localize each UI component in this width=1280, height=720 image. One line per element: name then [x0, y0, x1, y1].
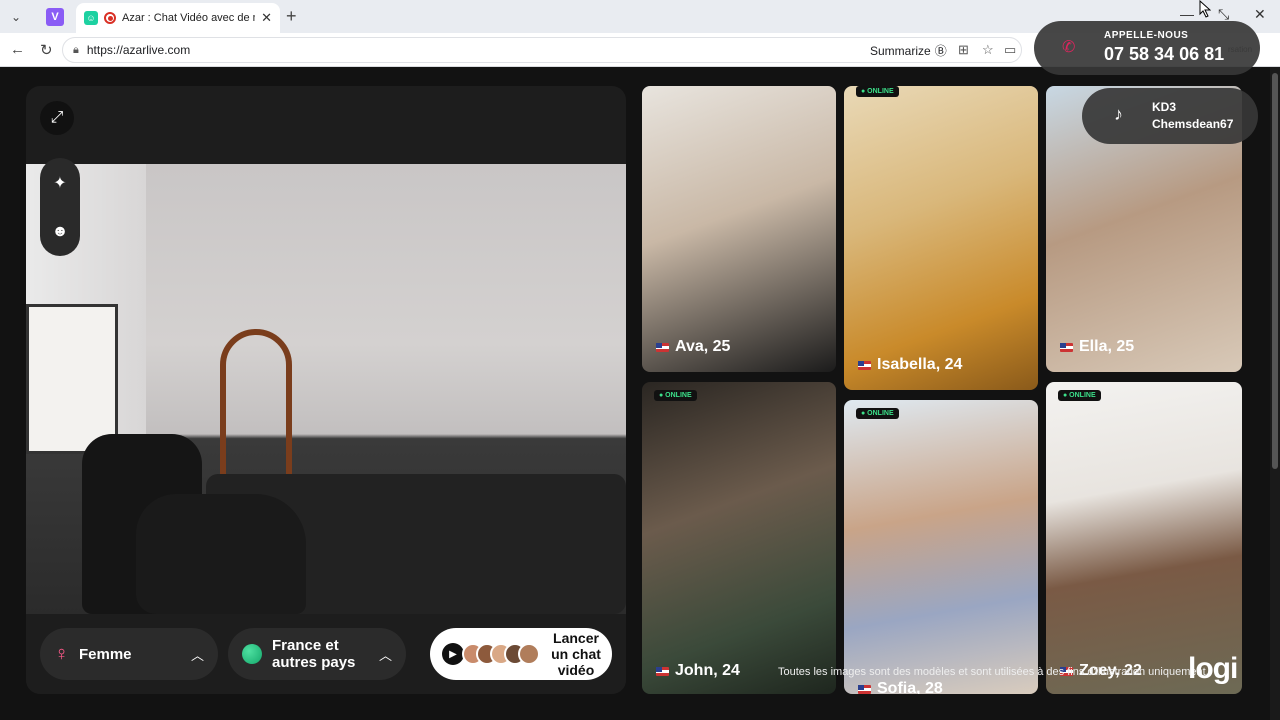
side-toolbar: ✦ ☻	[40, 158, 80, 256]
online-badge: ● ONLINE	[856, 86, 899, 97]
profile-label: John, 24	[656, 662, 740, 680]
scrollbar-thumb[interactable]	[1272, 73, 1278, 469]
tiktok-overlay: ♪ KD3 Chemsdean67	[1082, 88, 1258, 144]
camera-scene-frame	[26, 304, 118, 454]
profile-label: Sofia, 28	[858, 680, 943, 694]
camera-icon[interactable]: ▭	[1004, 42, 1016, 58]
phone-icon: ✆	[1062, 39, 1076, 56]
online-badge: ● ONLINE	[856, 408, 899, 419]
profile-name: Ella, 25	[1079, 338, 1135, 355]
minimize-icon[interactable]: —	[1180, 6, 1194, 22]
profile-card[interactable]: ● ONLINE Sofia, 28	[844, 400, 1038, 694]
us-flag-icon	[656, 342, 669, 352]
profile-grid: Ava, 25 ● ONLINE Isabella, 24 Ella, 25 ●…	[642, 86, 1242, 694]
call-us-overlay: ✆ APPELLE-NOUS 07 58 34 06 81	[1034, 21, 1260, 75]
call-phone: 07 58 34 06 81	[1104, 44, 1225, 64]
summarize-button[interactable]: Summarize Ⓑ	[870, 42, 947, 59]
tiktok-icon: ♪	[1114, 104, 1123, 124]
brand-logo: logi	[1188, 652, 1238, 685]
profile-name: John, 24	[675, 662, 740, 679]
new-tab-icon[interactable]: +	[286, 6, 297, 27]
controls-bar: ♀ Femme ︿ France et autres pays ︿ ▶ Lanc…	[26, 614, 626, 694]
tiktok-line2: Chemsdean67	[1152, 117, 1234, 131]
disclaimer-text: Toutes les images sont des modèles et so…	[778, 666, 1209, 678]
profile-name: Ava, 25	[675, 338, 731, 355]
azar-favicon-icon: ☺	[84, 11, 98, 25]
video-chat-panel: ⤢ ✦ ☻ ♀ Femme ︿ France et autres pays ︿ …	[26, 86, 626, 694]
avatar-stack	[462, 643, 540, 665]
profile-card[interactable]: ● ONLINE Zoey, 22	[1046, 382, 1242, 694]
site-info-icon[interactable]: 🔒︎	[73, 44, 79, 57]
favorite-star-icon[interactable]: ☆	[982, 42, 994, 58]
pinned-tab-icon[interactable]: V	[46, 8, 64, 26]
us-flag-icon	[858, 360, 871, 370]
video-camera-icon: ▶	[442, 643, 464, 665]
back-arrow-icon[interactable]: ←	[10, 41, 25, 58]
profile-card[interactable]: ● ONLINE John, 24	[642, 382, 836, 694]
call-title: APPELLE-NOUS	[1104, 30, 1189, 41]
page-scrollbar[interactable]	[1270, 67, 1280, 720]
camera-preview	[26, 164, 626, 614]
us-flag-icon	[858, 684, 871, 694]
url-text: https://azarlive.com	[86, 43, 191, 57]
profile-name: Sofia, 28	[877, 680, 943, 694]
launch-chat-label: Lancer un chat vidéo	[551, 630, 601, 678]
us-flag-icon	[1060, 342, 1073, 352]
profile-label: Isabella, 24	[858, 356, 962, 374]
region-filter-label: France et autres pays	[272, 637, 355, 671]
profile-card[interactable]: ● ONLINE Isabella, 24	[844, 86, 1038, 390]
magic-wand-icon[interactable]: ✦	[46, 169, 74, 197]
summarize-label: Summarize	[870, 43, 931, 58]
apps-icon[interactable]: ⊞	[958, 42, 969, 58]
profile-label: Ella, 25	[1060, 338, 1134, 356]
globe-icon	[242, 644, 262, 664]
gender-filter-button[interactable]: ♀ Femme ︿	[40, 628, 218, 680]
tiktok-line1: KD3	[1152, 100, 1177, 114]
tab-close-icon[interactable]: ✕	[261, 10, 272, 26]
summarize-icon: Ⓑ	[934, 44, 947, 58]
region-filter-line1: France et	[272, 637, 339, 654]
launch-chat-button[interactable]: ▶ Lancer un chat vidéo	[430, 628, 612, 680]
profile-card[interactable]: Ava, 25	[642, 86, 836, 372]
smiley-icon[interactable]: ☻	[46, 218, 74, 246]
recording-indicator-icon	[104, 12, 116, 24]
close-window-icon[interactable]: ✕	[1254, 6, 1266, 23]
region-filter-line2: autres pays	[272, 654, 356, 671]
mouse-cursor-icon	[1199, 0, 1211, 18]
online-badge: ● ONLINE	[1058, 390, 1101, 401]
reload-icon[interactable]: ↻	[40, 41, 53, 59]
tab-azar[interactable]: ☺ Azar : Chat Vidéo avec de nou ✕	[76, 3, 280, 33]
expand-icon[interactable]: ⤢	[40, 101, 74, 135]
us-flag-icon	[656, 666, 669, 676]
tab-search-chevron-icon[interactable]: ⌄	[6, 7, 26, 27]
chevron-up-icon: ︿	[378, 647, 392, 663]
chevron-up-icon: ︿	[190, 647, 204, 663]
avatar	[518, 643, 540, 665]
region-filter-button[interactable]: France et autres pays ︿	[228, 628, 406, 680]
profile-name: Isabella, 24	[877, 356, 963, 373]
tab-title: Azar : Chat Vidéo avec de nou	[122, 12, 255, 24]
gender-filter-label: Femme	[79, 645, 132, 663]
profile-label: Ava, 25	[656, 338, 730, 356]
online-badge: ● ONLINE	[654, 390, 697, 401]
female-symbol-icon: ♀	[54, 642, 69, 665]
camera-scene-coat	[136, 494, 306, 614]
